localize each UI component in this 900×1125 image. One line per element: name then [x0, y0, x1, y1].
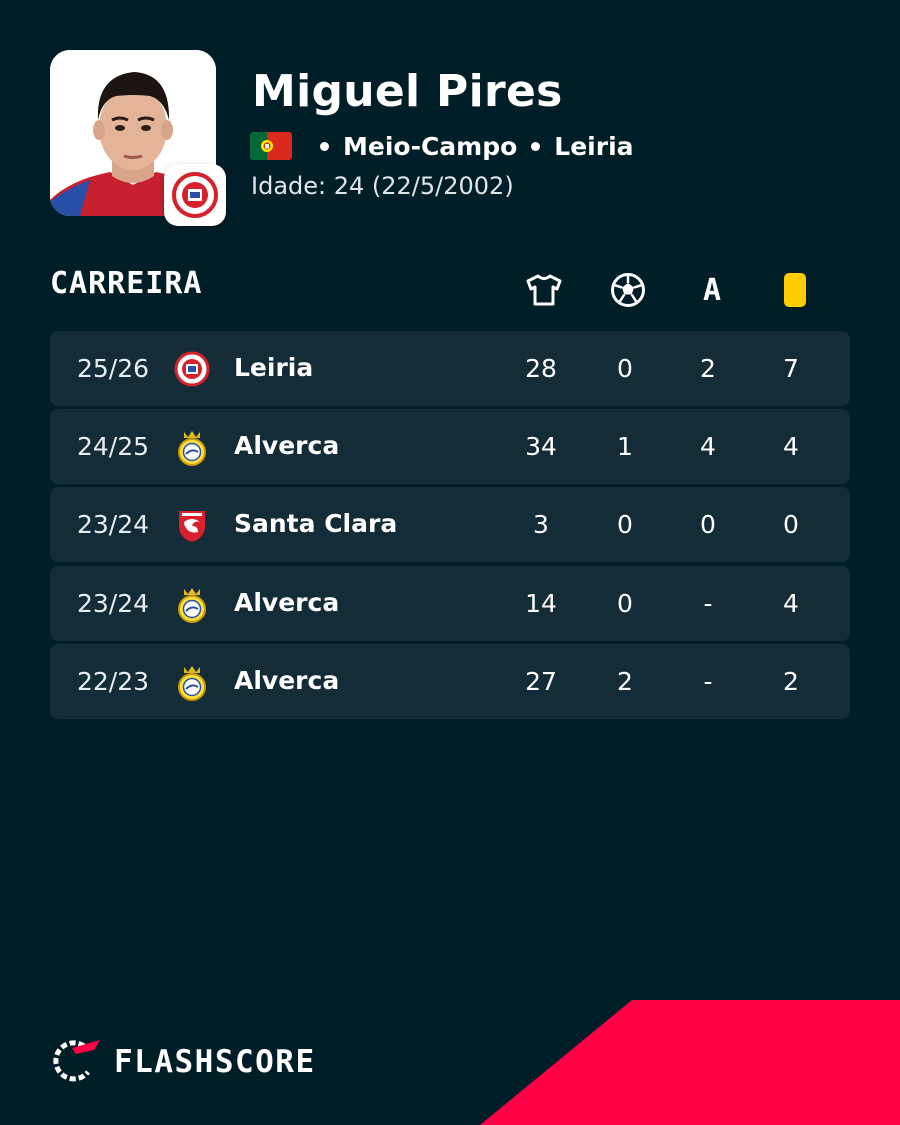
- career-row: 24/25 Alverca 34 1 4 4: [50, 409, 850, 485]
- season: 23/24: [77, 510, 150, 540]
- team-name: Alverca: [234, 587, 340, 617]
- separator-dot: [320, 141, 329, 151]
- yellow-cards: 4: [783, 588, 799, 618]
- career-row: 25/26 Leiria 28 0 2 7: [50, 331, 850, 406]
- career-title: CARREIRA: [50, 266, 203, 301]
- assists-header: A: [692, 270, 732, 310]
- leiria-crest-icon: [174, 351, 210, 387]
- season: 25/26: [77, 354, 150, 383]
- assists: 0: [700, 510, 716, 540]
- appearances: 27: [525, 666, 557, 696]
- yellow-cards: 2: [783, 666, 799, 696]
- jersey-icon: [524, 270, 564, 310]
- career-row: 23/24 Alverca 14 0 - 4: [50, 565, 850, 641]
- yellow-cards: 7: [783, 354, 799, 383]
- goals: 1: [617, 432, 633, 462]
- appearances: 34: [525, 432, 557, 462]
- appearances: 14: [525, 588, 557, 618]
- goals: 2: [617, 666, 633, 696]
- player-name: Miguel Pires: [252, 66, 563, 117]
- flashscore-logo: FLASHSCORE: [50, 1040, 316, 1084]
- team-name: Alverca: [234, 665, 340, 695]
- goals: 0: [617, 510, 633, 540]
- yellow-card-icon: [775, 270, 815, 310]
- appearances: 3: [533, 510, 549, 540]
- assists: -: [703, 588, 713, 618]
- separator-dot: [531, 141, 541, 151]
- alverca-crest-icon: [178, 587, 206, 623]
- team-name: Santa Clara: [234, 509, 398, 539]
- portugal-flag-icon: [250, 132, 292, 160]
- career-table: 25/26 Leiria 28 0 2 7 24/25 Alverca 34 1…: [50, 331, 850, 722]
- yellow-cards: 0: [783, 510, 799, 540]
- alverca-crest-icon: [178, 665, 206, 701]
- assists-label: A: [702, 272, 722, 308]
- assists: -: [703, 666, 713, 696]
- player-position: Meio-Campo: [343, 131, 518, 161]
- player-age: Idade: 24 (22/5/2002): [251, 172, 514, 200]
- player-meta: Meio-Campo Leiria: [250, 130, 634, 162]
- season: 22/23: [77, 666, 150, 696]
- career-row: 22/23 Alverca 27 2 - 2: [50, 643, 850, 719]
- flashscore-wordmark: FLASHSCORE: [114, 1044, 316, 1080]
- goals: 0: [617, 354, 633, 383]
- flashscore-logo-icon: [53, 1040, 100, 1082]
- team-name: Alverca: [234, 431, 340, 461]
- team-name: Leiria: [234, 353, 314, 382]
- santa-clara-crest-icon: [179, 511, 205, 543]
- assists: 4: [700, 432, 716, 462]
- ball-icon: [608, 270, 648, 310]
- alverca-crest-icon: [178, 431, 206, 467]
- player-club: Leiria: [554, 131, 634, 161]
- assists: 2: [700, 354, 716, 383]
- season: 23/24: [77, 588, 150, 618]
- current-club-crest: [164, 164, 226, 226]
- season: 24/25: [77, 432, 150, 462]
- yellow-cards: 4: [783, 432, 799, 462]
- goals: 0: [617, 588, 633, 618]
- career-row: 23/24 Santa Clara 3 0 0 0: [50, 487, 850, 563]
- appearances: 28: [525, 354, 557, 383]
